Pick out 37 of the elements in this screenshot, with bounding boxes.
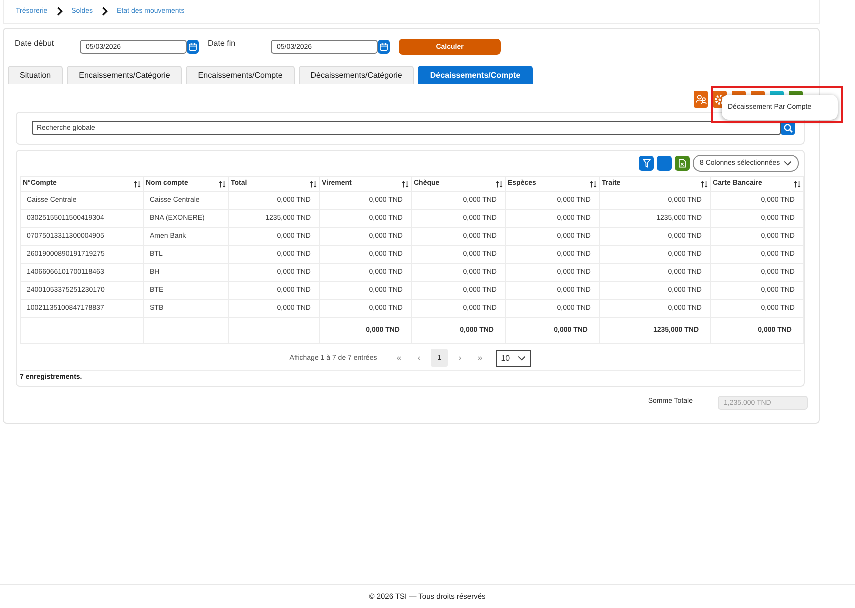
toolbar-button[interactable] — [694, 91, 708, 108]
calendar-button[interactable] — [187, 40, 199, 54]
tab[interactable]: Encaissements/Catégorie — [67, 66, 182, 84]
sort-icon — [590, 181, 597, 188]
sort-icon — [496, 181, 503, 188]
chevron-down-icon — [784, 161, 792, 166]
document-icon — [679, 159, 686, 168]
calendar-icon — [189, 43, 197, 51]
first-page-button[interactable]: « — [391, 349, 408, 367]
calendar-icon — [380, 43, 388, 51]
sort-icon — [310, 181, 317, 188]
calendar-button[interactable] — [378, 40, 390, 54]
chevron-down-icon — [518, 356, 526, 360]
gear-icon — [715, 94, 725, 104]
filter-icon — [642, 159, 650, 168]
search-icon — [784, 124, 792, 132]
tab[interactable]: Encaissements/Compte — [186, 66, 295, 84]
sort-icon — [134, 181, 141, 188]
next-page-button[interactable]: › — [452, 349, 468, 367]
sort-icon — [701, 181, 708, 188]
start-date-label: Date début — [15, 39, 56, 49]
last-page-button[interactable]: » — [472, 349, 488, 367]
page-size-select[interactable]: 10 — [496, 350, 532, 366]
chevron-right-icon — [102, 7, 108, 16]
sort-icon — [219, 181, 226, 188]
export-button[interactable] — [675, 156, 690, 171]
tab[interactable]: Décaissements/Compte — [418, 66, 533, 84]
toolbar-button[interactable] — [657, 156, 672, 171]
previous-page-button[interactable]: ‹ — [411, 349, 428, 367]
filter-button[interactable] — [639, 156, 654, 171]
end-date-label: Date fin — [208, 39, 237, 49]
tab[interactable]: Décaissements/Catégorie — [298, 66, 414, 84]
chevron-right-icon — [56, 7, 63, 16]
people-icon — [696, 94, 706, 104]
sort-icon — [402, 181, 409, 188]
sort-icon — [794, 181, 801, 188]
tab[interactable]: Situation — [8, 66, 64, 84]
